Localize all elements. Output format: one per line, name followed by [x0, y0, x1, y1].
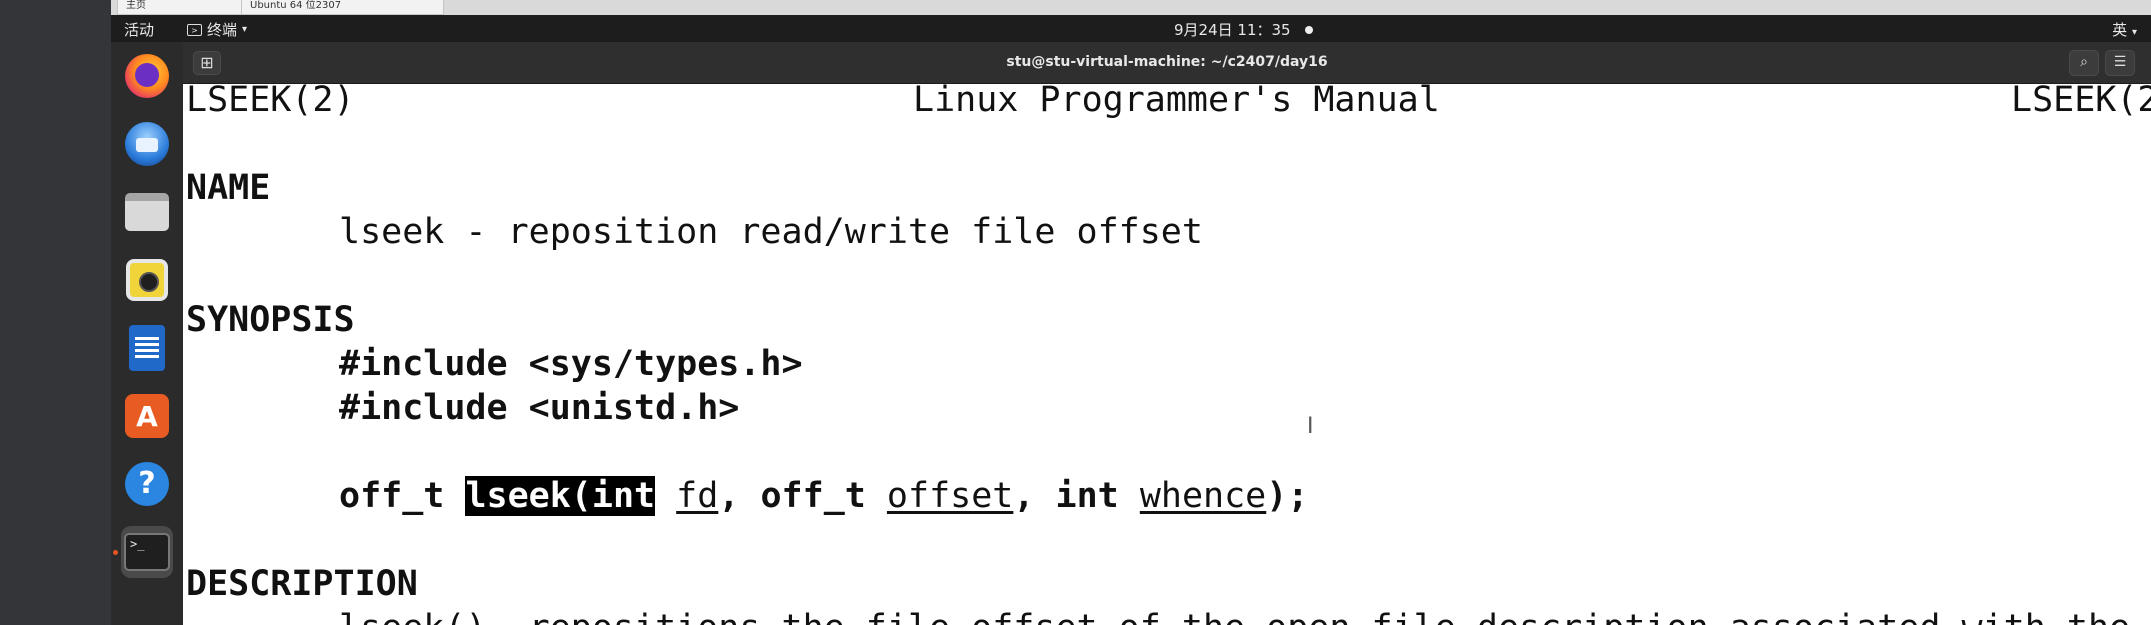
- folder-icon: [125, 193, 169, 231]
- firefox-icon: [125, 54, 169, 98]
- proto-comma: ,: [718, 476, 761, 516]
- dock-item-files[interactable]: [121, 186, 173, 238]
- dock-item-firefox[interactable]: [121, 50, 173, 102]
- host-tab-vm[interactable]: Ubuntu 64 位2307: [241, 0, 444, 15]
- gnome-top-bar: 活动 > 终端 ▾ 9月24日 11：35 英 ▾: [111, 15, 2151, 42]
- dock-item-thunderbird[interactable]: [121, 118, 173, 170]
- clock-button[interactable]: 9月24日 11：35: [1174, 19, 1313, 40]
- man-header-left: LSEEK(2): [186, 84, 355, 120]
- search-button[interactable]: ⌕: [2069, 50, 2099, 76]
- help-icon: ?: [125, 462, 169, 506]
- activities-button[interactable]: 活动: [124, 19, 154, 40]
- input-method-label: 英: [2112, 21, 2128, 39]
- dock-item-rhythmbox[interactable]: [121, 254, 173, 306]
- terminal-icon: >: [187, 23, 202, 36]
- proto-type: int: [1055, 476, 1119, 516]
- section-description-heading: DESCRIPTION: [186, 564, 418, 604]
- document-icon: [129, 325, 165, 371]
- terminal-titlebar: ⊞ stu@stu-virtual-machine: ~/c2407/day16…: [183, 42, 2151, 84]
- input-method-button[interactable]: 英 ▾: [2112, 19, 2137, 40]
- thunderbird-icon: [125, 122, 169, 166]
- section-synopsis-heading: SYNOPSIS: [186, 300, 355, 340]
- proto-space: [655, 476, 676, 516]
- terminal-content[interactable]: LSEEK(2) Linux Programmer's Manual LSEEK…: [183, 84, 2151, 625]
- host-tab-home[interactable]: 主页: [117, 0, 245, 15]
- include-line: #include <unistd.h>: [339, 388, 740, 428]
- proto-space: [866, 476, 887, 516]
- proto-param-whence: whence: [1139, 476, 1267, 516]
- speaker-icon: [126, 259, 168, 301]
- text-cursor-icon: I: [1307, 414, 1314, 439]
- shopping-bag-icon: A: [125, 394, 169, 438]
- notification-dot-icon: [1304, 25, 1313, 34]
- include-line: #include <sys/types.h>: [339, 344, 803, 384]
- dock-item-help[interactable]: ?: [121, 458, 173, 510]
- host-tab-strip: 主页 Ubuntu 64 位2307: [111, 0, 2151, 16]
- proto-space: [1119, 476, 1140, 516]
- section-name-heading: NAME: [186, 168, 271, 208]
- chevron-down-icon: ▾: [242, 24, 248, 35]
- dock-item-software[interactable]: A: [121, 390, 173, 442]
- man-header-center: Linux Programmer's Manual: [913, 84, 1440, 120]
- proto-return-type: off_t: [339, 476, 466, 516]
- terminal-icon: >_: [124, 533, 170, 571]
- terminal-app-menu[interactable]: > 终端 ▾: [187, 19, 247, 40]
- proto-comma: ,: [1013, 476, 1056, 516]
- proto-end: );: [1266, 476, 1309, 516]
- clock-label: 9月24日 11：35: [1174, 21, 1291, 39]
- dock: A ? >_: [111, 42, 184, 625]
- terminal-menu-label: 终端: [207, 21, 238, 39]
- chevron-down-icon: ▾: [2131, 27, 2137, 38]
- search-icon: ⌕: [2080, 54, 2088, 70]
- host-tab-label: 主页: [126, 0, 146, 11]
- search-highlight: lseek(int: [465, 476, 656, 516]
- window-title: stu@stu-virtual-machine: ~/c2407/day16: [1006, 54, 1328, 70]
- proto-type: off_t: [760, 476, 866, 516]
- host-tab-label: Ubuntu 64 位2307: [250, 0, 342, 11]
- menu-button[interactable]: ☰: [2105, 50, 2135, 76]
- running-indicator: [113, 550, 118, 555]
- proto-param-fd: fd: [676, 476, 719, 516]
- description-line: lseek() repositions the file offset of t…: [339, 606, 2130, 625]
- function-prototype: off_t lseek(int fd, off_t offset, int wh…: [339, 474, 1308, 518]
- dock-item-writer[interactable]: [121, 322, 173, 374]
- proto-param-offset: offset: [886, 476, 1014, 516]
- dock-item-terminal[interactable]: >_: [121, 526, 173, 578]
- hamburger-menu-icon: ☰: [2113, 54, 2127, 70]
- name-description: lseek - reposition read/write file offse…: [339, 212, 1203, 252]
- man-header-right: LSEEK(2): [2011, 84, 2151, 120]
- host-sidebar: [0, 0, 111, 625]
